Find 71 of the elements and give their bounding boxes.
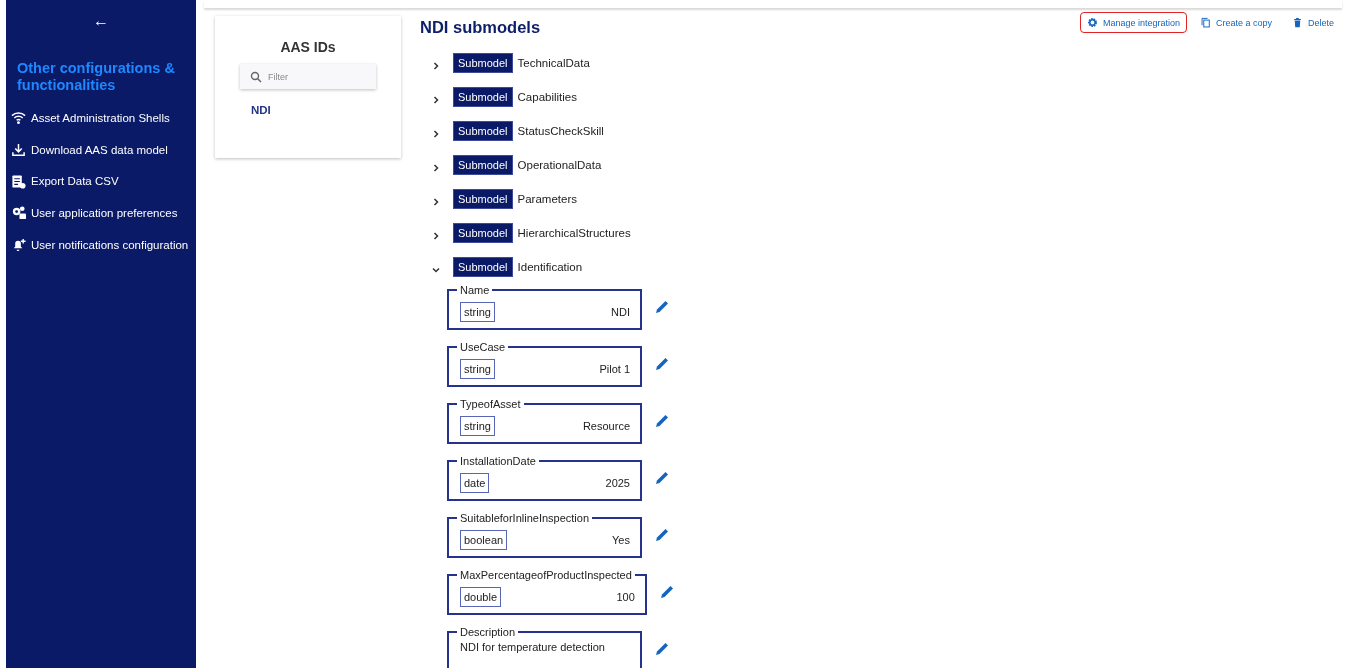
submodel-name[interactable]: Identification	[517, 261, 583, 273]
property-value: NDI for temperature detection	[460, 641, 605, 653]
property-label: Description	[459, 626, 517, 638]
submodel-tag: Submodel	[453, 189, 513, 209]
type-tag: string	[460, 302, 495, 322]
chevron-right-icon[interactable]	[431, 129, 441, 139]
property-value: Resource	[582, 420, 630, 432]
back-button[interactable]: ←	[93, 12, 109, 30]
chevron-right-icon[interactable]	[431, 231, 441, 241]
submodel-name[interactable]: TechnicalData	[517, 57, 590, 69]
type-tag: double	[460, 587, 502, 607]
pencil-icon[interactable]	[654, 413, 670, 429]
property-value: Yes	[612, 534, 630, 546]
card-title: AAS IDs	[280, 39, 336, 55]
pencil-icon[interactable]	[654, 470, 670, 486]
action-button[interactable]: Manage integration	[1079, 12, 1187, 33]
pencil-icon[interactable]	[654, 641, 670, 657]
trash-icon	[1292, 17, 1303, 28]
submodel-tag: Submodel	[453, 257, 513, 277]
property-label: MaxPercentageofProductInspected	[459, 569, 633, 581]
pencil-icon[interactable]	[654, 299, 670, 315]
sidebar-item[interactable]: User notifications configuration	[6, 228, 195, 261]
search-icon	[250, 70, 262, 83]
submodel-name[interactable]: Parameters	[517, 193, 577, 205]
action-button[interactable]: Create a copy	[1192, 12, 1279, 33]
sidebar-item[interactable]: Asset Administration Shells	[6, 102, 176, 134]
chevron-right-icon[interactable]	[431, 163, 441, 173]
sidebar-item[interactable]: Download AAS data model	[6, 133, 174, 166]
pencil-icon[interactable]	[654, 527, 670, 543]
submodel-tag: Submodel	[453, 121, 513, 141]
chevron-right-icon[interactable]	[431, 61, 441, 71]
filter-field[interactable]: Filter	[240, 64, 376, 89]
submodel-tag: Submodel	[453, 155, 513, 175]
document-icon	[11, 173, 26, 189]
bell-icon	[11, 237, 26, 253]
type-tag: date	[460, 473, 490, 493]
action-button[interactable]: Delete	[1285, 12, 1341, 33]
type-tag: boolean	[460, 530, 508, 550]
submodel-name[interactable]: StatusCheckSkill	[517, 125, 604, 137]
gear-icon	[1086, 17, 1098, 28]
sidebar-item[interactable]: Export Data CSV	[6, 165, 125, 198]
type-tag: string	[460, 359, 495, 379]
copy-icon	[1199, 17, 1211, 28]
pencil-icon[interactable]	[654, 356, 670, 372]
submodel-name[interactable]: Capabilities	[517, 91, 577, 103]
sidebar-item[interactable]: User application preferences	[6, 197, 184, 229]
property-value: 2025	[605, 477, 630, 489]
property-label: UseCase	[459, 341, 507, 353]
property-label: TypeofAsset	[459, 398, 522, 410]
property-label: SuitableforInlineInspection	[459, 512, 591, 524]
submodel-name[interactable]: HierarchicalStructures	[517, 227, 631, 239]
chevron-right-icon[interactable]	[431, 197, 441, 207]
property-label: InstallationDate	[459, 455, 537, 467]
property-value: NDI	[611, 306, 630, 318]
type-tag: string	[460, 416, 495, 436]
download-icon	[11, 142, 26, 158]
chevron-down-icon[interactable]	[431, 265, 441, 275]
aas-id-link[interactable]: NDI	[251, 104, 271, 116]
chevron-right-icon[interactable]	[431, 95, 441, 105]
gears-icon	[11, 205, 26, 221]
page-title: NDI submodels	[420, 18, 541, 37]
submodel-tag: Submodel	[453, 223, 513, 243]
pencil-icon[interactable]	[658, 584, 675, 600]
submodel-name[interactable]: OperationalData	[517, 159, 602, 171]
property-label: Name	[459, 284, 491, 296]
wifi-icon	[11, 110, 26, 126]
submodel-tag: Submodel	[453, 53, 513, 73]
property-value: Pilot 1	[599, 363, 630, 375]
submodel-tag: Submodel	[453, 87, 513, 107]
property-value: 100	[616, 591, 635, 603]
sidebar-heading: Other configurations & functionalities	[17, 60, 176, 94]
